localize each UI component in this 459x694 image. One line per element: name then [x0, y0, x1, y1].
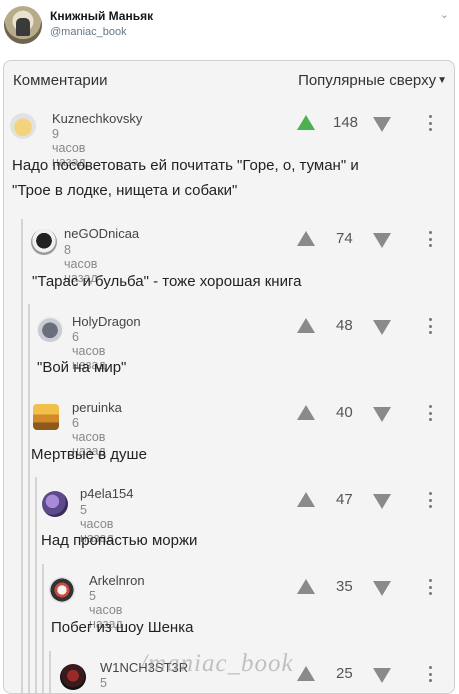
comment-text: Мертвые в душе: [31, 442, 431, 467]
comment-text-line: Побег из шоу Шенка: [51, 619, 194, 636]
chevron-down-icon[interactable]: ⌄: [440, 8, 449, 21]
account-avatar[interactable]: [4, 6, 42, 44]
upvote-icon[interactable]: [297, 579, 315, 594]
avatar[interactable]: [42, 491, 68, 517]
comment-score: 74: [336, 230, 353, 247]
more-options-icon[interactable]: [429, 318, 433, 334]
downvote-icon[interactable]: [373, 320, 391, 335]
comment-username[interactable]: p4ela154: [80, 486, 134, 501]
comments-title: Комментарии: [13, 72, 108, 89]
thread-line: [28, 304, 30, 693]
watermark: /maniac_book: [140, 650, 294, 677]
comment-text: Над пропастью моржи: [41, 528, 441, 553]
comment-username[interactable]: Kuznechkovsky: [52, 111, 142, 126]
comment-username[interactable]: neGODnicaa: [64, 226, 139, 241]
comment-username[interactable]: Arkelnron: [89, 573, 145, 588]
upvote-icon[interactable]: [297, 666, 315, 681]
avatar[interactable]: [49, 577, 75, 603]
avatar[interactable]: [10, 113, 36, 139]
thread-line: [35, 477, 37, 693]
comments-card: Комментарии Популярные сверху▼ Kuznechko…: [3, 60, 455, 694]
downvote-icon[interactable]: [373, 581, 391, 596]
avatar[interactable]: [60, 664, 86, 690]
downvote-icon[interactable]: [373, 233, 391, 248]
more-options-icon[interactable]: [429, 666, 433, 682]
comment-text: "Вой на мир": [37, 355, 437, 380]
comment-username[interactable]: peruinka: [72, 400, 122, 415]
more-options-icon[interactable]: [429, 231, 433, 247]
thread-line: [49, 651, 51, 693]
downvote-icon[interactable]: [373, 494, 391, 509]
comment-username[interactable]: HolyDragon: [72, 314, 141, 329]
sort-dropdown[interactable]: Популярные сверху▼: [298, 72, 447, 89]
comment-text-line: "Трое в лодке, нищета и собаки": [12, 182, 238, 199]
thread-line: [21, 219, 23, 693]
comment-score: 148: [333, 114, 359, 131]
upvote-icon[interactable]: [297, 405, 315, 420]
thread-line: [42, 564, 44, 693]
caret-down-icon: ▼: [437, 75, 447, 86]
avatar[interactable]: [37, 316, 63, 342]
account-handle[interactable]: @maniac_book: [50, 26, 127, 38]
comment-score: 48: [336, 317, 353, 334]
comment-text-line: Мертвые в душе: [31, 446, 147, 463]
upvote-icon[interactable]: [297, 115, 315, 130]
more-options-icon[interactable]: [429, 405, 433, 421]
upvote-icon[interactable]: [297, 318, 315, 333]
tweet-header: Книжный Маньяк @maniac_book ⌄: [0, 0, 459, 52]
more-options-icon[interactable]: [429, 579, 433, 595]
comments-header: Комментарии Популярные сверху▼: [4, 61, 454, 97]
upvote-icon[interactable]: [297, 492, 315, 507]
downvote-icon[interactable]: [373, 668, 391, 683]
upvote-icon[interactable]: [297, 231, 315, 246]
comment-score: 35: [336, 578, 353, 595]
avatar[interactable]: [31, 229, 57, 255]
more-options-icon[interactable]: [429, 115, 433, 131]
comment-text-line: "Вой на мир": [37, 359, 127, 376]
comment-text: "Тарас и бульба" - тоже хорошая книга: [32, 269, 442, 294]
comment-text: Побег из шоу Шенка: [51, 615, 441, 640]
comment-time: 5 часов назад: [100, 676, 133, 693]
comment-score: 40: [336, 404, 353, 421]
comment-text-line: "Тарас и бульба" - тоже хорошая книга: [32, 273, 302, 290]
downvote-icon[interactable]: [373, 117, 391, 132]
more-options-icon[interactable]: [429, 492, 433, 508]
account-name[interactable]: Книжный Маньяк: [50, 9, 153, 23]
comment-score: 47: [336, 491, 353, 508]
comment-score: 25: [336, 665, 353, 682]
comment-text-line: Над пропастью моржи: [41, 532, 198, 549]
comment-text-line: Надо посоветовать ей почитать "Горе, о, …: [12, 157, 359, 174]
avatar[interactable]: [33, 404, 59, 430]
sort-label: Популярные сверху: [298, 72, 437, 89]
downvote-icon[interactable]: [373, 407, 391, 422]
comment-text: Надо посоветовать ей почитать "Горе, о, …: [12, 153, 442, 203]
